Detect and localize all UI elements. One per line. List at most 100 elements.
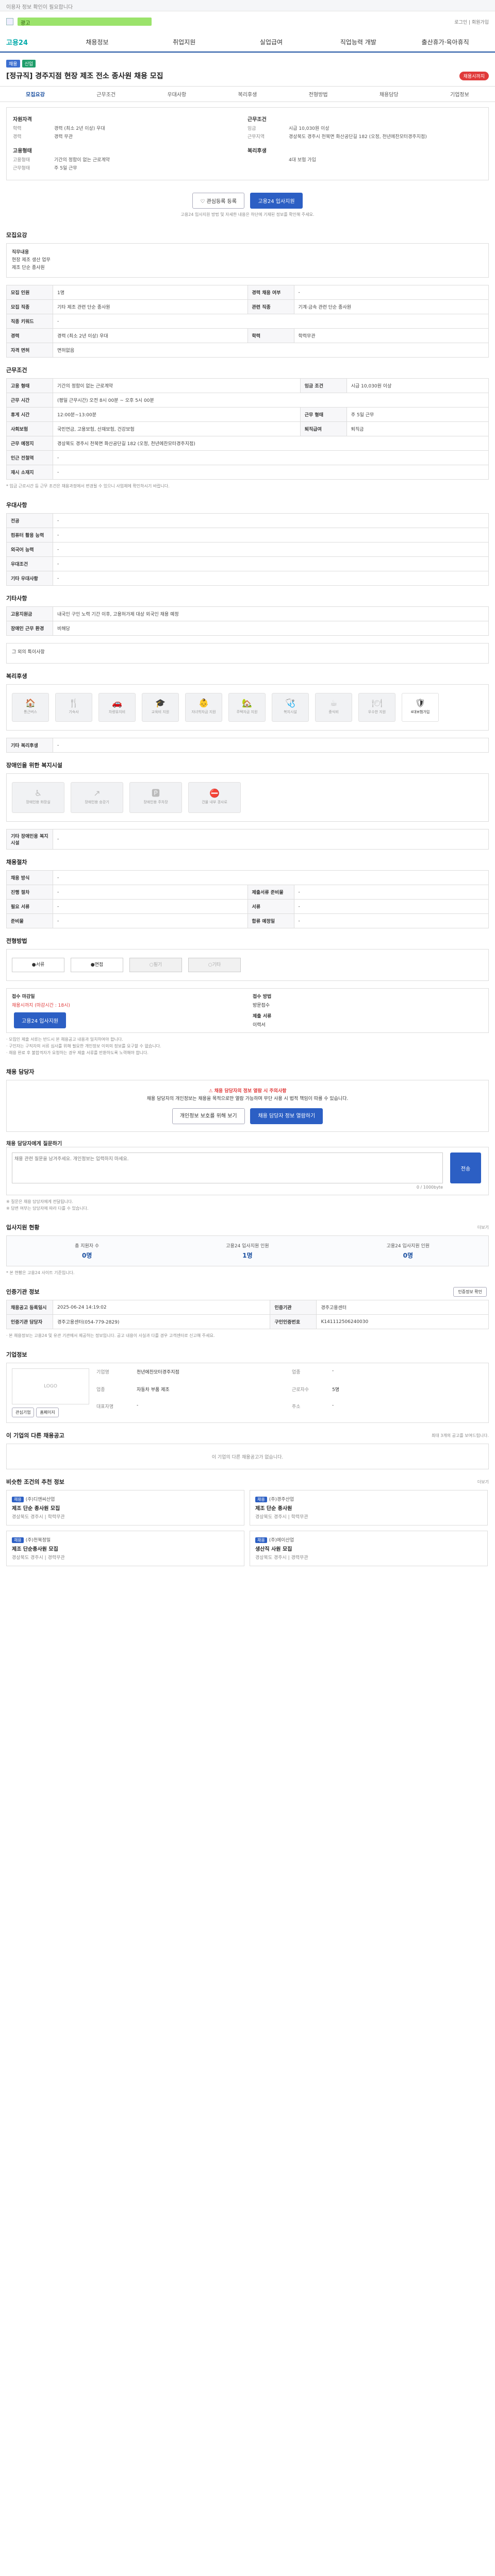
apply-note-line: · 채용 완료 후 불합격자가 요청하는 경우 제출 서류를 반환하도록 노력해… xyxy=(6,1050,148,1055)
section-title: 입사지원 현황 xyxy=(6,1224,40,1231)
view-contact-button[interactable]: 채용 담당자 정보 열람하기 xyxy=(250,1108,323,1124)
disability-icon: 🅿 xyxy=(151,788,160,798)
save-interest-button[interactable]: ♡ 관심등록 등록 xyxy=(192,193,244,209)
apply-button-2[interactable]: 고용24 입사지원 xyxy=(14,1012,67,1028)
card-title: 제조 단순 종사원 모집 xyxy=(12,1506,60,1512)
disability-label: 장애인용 승강기 xyxy=(85,800,109,804)
welfare-icon: ☕ xyxy=(329,698,338,708)
summary-value: 기간의 정함이 없는 근로계약 xyxy=(54,158,110,163)
welfare-item: ☕ 중식비 xyxy=(315,693,352,722)
nav-item-support[interactable]: 취업지원 xyxy=(141,38,228,46)
radio-icon: ● xyxy=(90,962,95,968)
similar-job-card[interactable]: 채용 (주)천북정밀 제조 단순종사원 모집 경상북도 경주시 | 경력무관 xyxy=(6,1531,244,1566)
table-key: 인근 전철역 xyxy=(6,450,53,465)
cert-info-button[interactable]: 인증정보 확인 xyxy=(453,1286,487,1297)
action-note: 고용24 입사지원 방법 및 자세한 내용은 하단에 기재된 정보를 확인해 주… xyxy=(180,212,315,217)
favorite-company-button[interactable]: 관심기업 xyxy=(12,1408,35,1417)
privacy-view-button[interactable]: 개인정보 보호를 위해 보기 xyxy=(172,1108,245,1124)
disability-item: 🅿 장애인용 주차장 xyxy=(129,782,182,813)
cert-table: 채용공고 등록일시 2025-06-24 14:19:02 인증기관 경주고용센터 인증… xyxy=(6,1300,489,1329)
table-value: - xyxy=(53,571,489,586)
job-header: 채용 신입 [정규직] 경주지점 현장 제조 전소 종사원 채용 모집 채용시까지 xyxy=(0,53,495,87)
disability-label: 장애인용 주차장 xyxy=(143,800,168,804)
homepage-button[interactable]: 홈페이지 xyxy=(36,1408,59,1417)
nav-item-training[interactable]: 직업능력 개발 xyxy=(315,38,402,46)
qualification-table: 모집 인원 1명 경력 채용 여부 - 모집 직종 기타 제조 관련 단순 종사원 관련 직… xyxy=(6,285,489,358)
company-value: - xyxy=(332,1403,334,1409)
table-key: 직종 키워드 xyxy=(6,314,53,329)
disab-etc-key: 기타 장애인용 복지시설 xyxy=(6,829,53,850)
tab-conditions[interactable]: 근무조건 xyxy=(71,90,141,98)
more-link[interactable]: 더보기 xyxy=(477,1479,489,1485)
tab-recruit[interactable]: 모집요강 xyxy=(0,90,71,98)
welfare-label: 주택자금 지원 xyxy=(236,709,258,714)
method-option[interactable]: ○ 기타 xyxy=(188,958,241,972)
table-key: 구인인증번호 xyxy=(270,1314,317,1329)
tab-welfare[interactable]: 복리후생 xyxy=(212,90,283,98)
method-option[interactable]: ● 서류 xyxy=(12,958,64,972)
welfare-icon: 👶 xyxy=(199,698,209,708)
welfare-icon: 🩺 xyxy=(285,698,295,708)
stat-value: 0명 xyxy=(81,1252,92,1259)
apply-heading: 제출 서류 xyxy=(253,1014,272,1019)
job-summary: 자원자격 학력 경력 (최소 2년 이상) 우대 경력 경력 무관 고용형태 고용형… xyxy=(6,107,489,180)
method-option[interactable]: ● 면접 xyxy=(71,958,123,972)
apply-button[interactable]: 고용24 입사지원 xyxy=(250,193,303,209)
process-table: 채용 방식 - 진행 절차 - 제출서류 준비물 - 필요 서류 - 서류 - 준비물 - 합류 예정일… xyxy=(6,870,489,928)
section-title: 근무조건 xyxy=(6,367,27,374)
checkbox[interactable] xyxy=(6,18,13,25)
job-description-box: 직무내용 현장 제조 생산 업무 제조 단순 종사원 xyxy=(6,243,489,278)
tab-preference[interactable]: 우대사항 xyxy=(141,90,212,98)
tab-company[interactable]: 기업정보 xyxy=(424,90,495,98)
nav-item-leave[interactable]: 출산휴가·육아휴직 xyxy=(402,38,489,46)
method-label: 서류 xyxy=(36,962,45,968)
more-link[interactable]: 더보기 xyxy=(477,1225,489,1230)
disability-etc-table: 기타 장애인용 복지시설 - xyxy=(6,829,489,850)
welfare-item: 🩺 복지시설 xyxy=(272,693,309,722)
nav-item-benefit[interactable]: 실업급여 xyxy=(228,38,315,46)
table-key: 휴게 시간 xyxy=(6,407,53,422)
preference-table: 전공 - 컴퓨터 활용 능력 - 외국어 능력 - 우대조건 - 기타 우대사항 - xyxy=(6,513,489,586)
welfare-icon: 🚗 xyxy=(112,698,122,708)
table-row: 재시 소재지 - xyxy=(6,465,489,480)
similar-job-card[interactable]: 채용 (주)디앤씨산업 제조 단순 종사원 모집 경상북도 경주시 | 학력무관 xyxy=(6,1490,244,1526)
section-method: 전형방법 ● 서류 ● 면접 ○ 필기 ○ 기타 접수 마감일 채용시까지 (마감시간… xyxy=(0,928,495,1059)
table-key: 전공 xyxy=(6,513,53,528)
table-key: 사회보험 xyxy=(6,421,53,436)
tab-method[interactable]: 전형방법 xyxy=(283,90,354,98)
table-key: 퇴직급여 xyxy=(300,421,347,436)
welfare-icon: 🍴 xyxy=(69,698,79,708)
table-value: - xyxy=(53,450,489,465)
logo[interactable]: 고용24 xyxy=(6,37,28,47)
table-key: 채용공고 등록일시 xyxy=(6,1300,53,1315)
tag-badge: 채용 xyxy=(6,60,20,67)
disability-label: 건물 내부 경사로 xyxy=(202,800,227,804)
table-value: 기계·금속 관련 단순 종사원 xyxy=(293,299,489,314)
send-question-button[interactable]: 전송 xyxy=(450,1153,481,1183)
warning-icon: ⚠ xyxy=(208,1089,214,1094)
stat-item: 고용24 입사지원 인원 1명 xyxy=(167,1242,327,1260)
table-value: 면허없음 xyxy=(53,343,489,358)
section-title: 장애인을 위한 복지시설 xyxy=(6,762,62,769)
util-links[interactable]: 로그인 | 회원가입 xyxy=(454,19,489,25)
summary-key xyxy=(248,156,289,163)
table-row: 모집 인원 1명 경력 채용 여부 - xyxy=(6,285,489,300)
alert-title: 채용 담당자의 정보 열람 시 주의사항 xyxy=(214,1089,287,1094)
table-value: 경력 (최소 2년 이상) 우대 xyxy=(53,328,248,343)
welfare-label: 자녀학자금 지원 xyxy=(191,709,216,714)
welfare-item: 🍽 우수한 지원 xyxy=(358,693,395,722)
card-title: 제조 단순종사원 모집 xyxy=(12,1547,58,1552)
ad-banner[interactable]: 광고 xyxy=(18,18,152,26)
tab-contact[interactable]: 채용담당 xyxy=(354,90,424,98)
similar-job-card[interactable]: 채용 (주)에이산업 생산직 사원 모집 경상북도 경주시 | 경력무관 xyxy=(250,1531,488,1566)
deadline-text: 채용시까지 (마감시간 : 18시) xyxy=(12,1003,70,1008)
method-option[interactable]: ○ 필기 xyxy=(129,958,182,972)
card-company: 채용 (주)천북정밀 xyxy=(12,1536,239,1543)
summary-value: 경상북도 경주시 천북면 화산공단길 182 (오정, 천년에찬모터경주지점) xyxy=(289,134,427,140)
question-input[interactable] xyxy=(12,1153,443,1183)
similar-job-card[interactable]: 채용 (주)경주산업 제조 단순 종사원 경상북도 경주시 | 학력무관 xyxy=(250,1490,488,1526)
section-title: 비슷한 조건의 추천 정보 xyxy=(6,1479,64,1485)
card-tag: 채용 xyxy=(12,1497,24,1502)
radio-icon: ● xyxy=(31,962,36,968)
nav-item-jobs[interactable]: 채용정보 xyxy=(54,38,141,46)
